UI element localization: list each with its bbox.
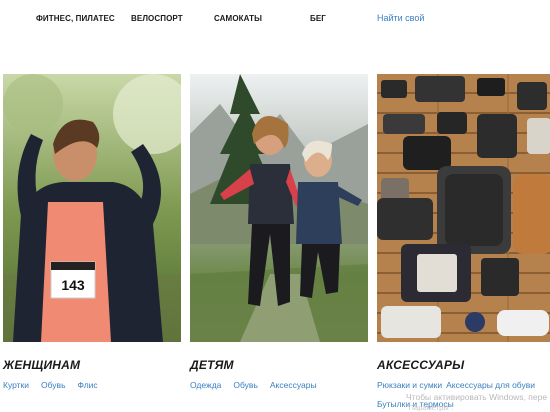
accessories-link-shoe-accessories[interactable]: Аксессуары для обуви: [446, 380, 535, 390]
category-title-accessories[interactable]: АКСЕССУАРЫ: [377, 358, 464, 372]
kids-links: Одежда Обувь Аксессуары: [190, 380, 329, 390]
gear-flatlay-photo[interactable]: [377, 74, 550, 342]
nav-item-cycling[interactable]: ВЕЛОСПОРТ: [131, 14, 183, 23]
nav-item-running[interactable]: БЕГ: [310, 14, 326, 23]
women-link-shoes[interactable]: Обувь: [41, 380, 66, 390]
kids-running-photo[interactable]: [190, 74, 368, 342]
windows-activation-watermark-settings: "Параметры".: [406, 403, 454, 412]
nav-item-fitness-pilates[interactable]: ФИТНЕС, ПИЛАТЕС: [36, 14, 115, 23]
woman-runner-photo[interactable]: 143: [3, 74, 181, 342]
nav-item-scooters[interactable]: САМОКАТЫ: [214, 14, 262, 23]
kids-link-shoes[interactable]: Обувь: [233, 380, 258, 390]
women-link-fleece[interactable]: Флис: [78, 380, 98, 390]
women-links: Куртки Обувь Флис: [3, 380, 110, 390]
category-title-women[interactable]: ЖЕНЩИНАМ: [3, 358, 80, 372]
kids-link-clothing[interactable]: Одежда: [190, 380, 221, 390]
kids-link-accessories[interactable]: Аксессуары: [270, 380, 317, 390]
find-your-sport-link[interactable]: Найти свой: [377, 13, 424, 23]
accessories-links-row-1: Рюкзаки и сумки Аксессуары для обуви: [377, 380, 547, 390]
top-navigation: ФИТНЕС, ПИЛАТЕС ВЕЛОСПОРТ САМОКАТЫ БЕГ Н…: [0, 0, 550, 40]
windows-activation-watermark: Чтобы активировать Windows, пере: [406, 392, 548, 402]
race-bib-number: 143: [61, 277, 85, 293]
category-title-kids[interactable]: ДЕТЯМ: [190, 358, 234, 372]
women-link-jackets[interactable]: Куртки: [3, 380, 29, 390]
accessories-link-backpacks-bags[interactable]: Рюкзаки и сумки: [377, 380, 442, 390]
